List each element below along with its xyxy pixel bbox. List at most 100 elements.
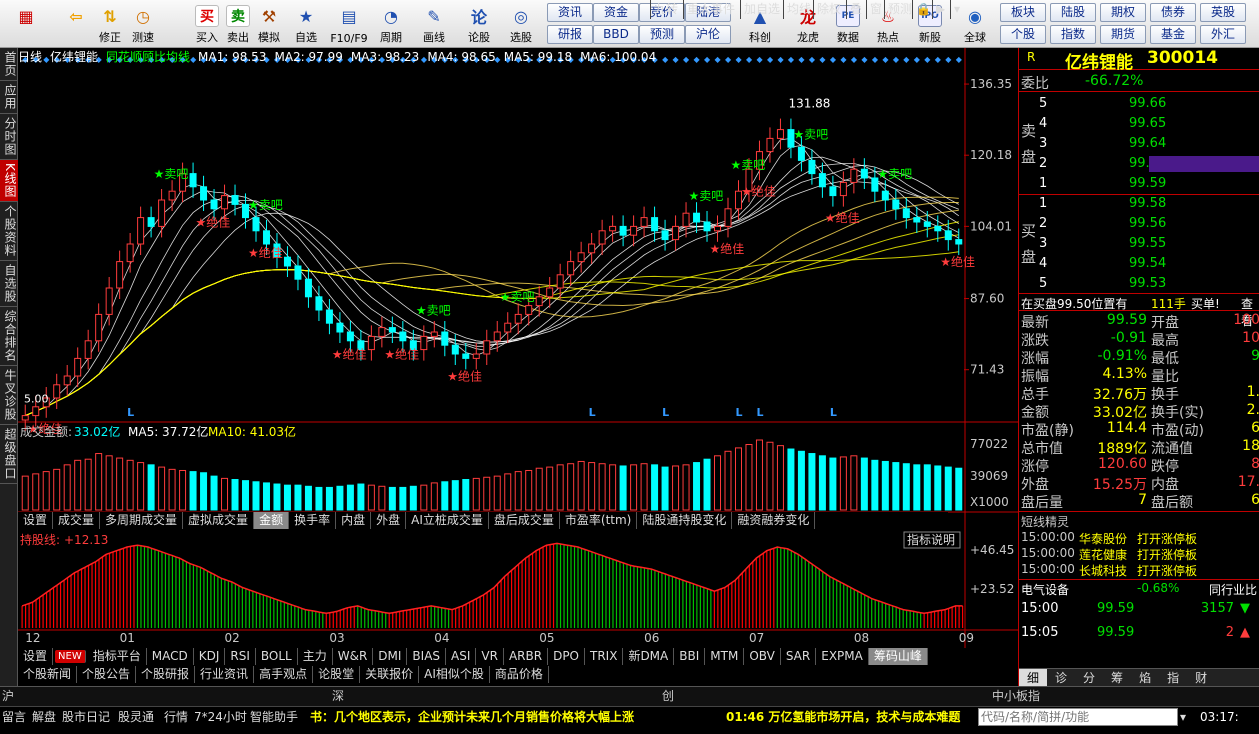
funcbar2-tab-11[interactable]: ASI bbox=[446, 648, 477, 665]
short-line-item[interactable]: 15:00:00 莲花健康 打开涨停板 bbox=[1019, 546, 1259, 562]
left-tab-1[interactable]: 应用 bbox=[0, 81, 18, 114]
funcbar2-tab-19[interactable]: OBV bbox=[744, 648, 781, 665]
funcbar1-tab-8[interactable]: AI立桩成交量 bbox=[406, 512, 489, 529]
lock-icon[interactable]: 🔒 bbox=[912, 0, 934, 19]
funcbar2-tab-17[interactable]: BBI bbox=[674, 648, 706, 665]
kline-button-3[interactable]: 均线 bbox=[783, 0, 814, 19]
back-arrow-button[interactable]: ⇦ bbox=[54, 2, 98, 46]
funcbar2-tab-21[interactable]: EXPMA bbox=[816, 648, 869, 665]
bottom-item-6[interactable]: 智能助手 bbox=[250, 707, 298, 727]
toolbar-f10-button[interactable]: ▤ F10/F9 bbox=[330, 2, 367, 46]
left-tab-4[interactable]: 个股资料 bbox=[0, 202, 18, 261]
sector-row[interactable]: 电气设备 -0.68% 同行业比 bbox=[1019, 579, 1259, 597]
kline-button-5[interactable]: 叠 bbox=[846, 0, 865, 19]
buy-order-row[interactable]: 2 99.56 bbox=[1039, 214, 1259, 234]
buy-order-row[interactable]: 3 99.55 bbox=[1039, 234, 1259, 254]
funcbar2-tab-1[interactable]: NEW bbox=[55, 650, 86, 663]
sell-order-row[interactable]: 1 99.59 bbox=[1039, 174, 1259, 194]
bottom-item-2[interactable]: 股市日记 bbox=[62, 707, 110, 727]
quick-button-1-0[interactable]: 研报 bbox=[547, 25, 593, 44]
buy-order-row[interactable]: 4 99.54 bbox=[1039, 254, 1259, 274]
quote-panel-tab-4[interactable]: 焰 bbox=[1131, 669, 1159, 686]
market-button-1-4[interactable]: 外汇 bbox=[1200, 25, 1246, 44]
funcbar2-tab-18[interactable]: MTM bbox=[705, 648, 745, 665]
funcbar2-tab-14[interactable]: DPO bbox=[548, 648, 585, 665]
market-button-1-1[interactable]: 指数 bbox=[1050, 25, 1096, 44]
search-input[interactable] bbox=[978, 708, 1178, 726]
funcbar1-tab-11[interactable]: 陆股通持股变化 bbox=[637, 512, 733, 529]
funcbar2-tab-0[interactable]: 设置 bbox=[18, 648, 54, 665]
funcbar2-tab-13[interactable]: ARBR bbox=[504, 648, 549, 665]
funcbar1-tab-1[interactable]: 成交量 bbox=[53, 512, 101, 529]
bottom-item-0[interactable]: 留言 bbox=[2, 707, 26, 727]
funcbar2-tab-2[interactable]: 指标平台 bbox=[88, 648, 147, 665]
buy-order-row[interactable]: 1 99.58 bbox=[1039, 194, 1259, 214]
sector-compare-link[interactable]: 同行业比 bbox=[1209, 581, 1257, 598]
quick-button-1-1[interactable]: BBD bbox=[593, 25, 639, 44]
sell-order-row[interactable]: 4 99.65 bbox=[1039, 114, 1259, 134]
toolbar-search-stock-button[interactable]: ◎ 选股 bbox=[505, 2, 537, 46]
bottom-item-4[interactable]: 行情 bbox=[164, 707, 188, 727]
left-tab-6[interactable]: 综合排名 bbox=[0, 307, 18, 366]
market-button-0-3[interactable]: 债券 bbox=[1150, 3, 1196, 22]
toolbar-period-button[interactable]: ◔ 周期 bbox=[375, 2, 407, 46]
sell-order-row[interactable]: 5 99.66 bbox=[1039, 94, 1259, 114]
kline-button-1[interactable]: 重大事件 bbox=[683, 0, 738, 19]
funcbar2-tab-5[interactable]: RSI bbox=[225, 648, 256, 665]
funcbar1-tab-0[interactable]: 设置 bbox=[18, 512, 54, 529]
next-icon[interactable]: ▶ bbox=[932, 0, 948, 19]
news-ticker-1[interactable]: 书：几个地区表示，企业预计未来几个月销售价格将大幅上涨 bbox=[310, 707, 634, 727]
funcbar2-tab-4[interactable]: KDJ bbox=[194, 648, 226, 665]
kline-chart-svg[interactable]: 136.35 120.18 104.01 87.60 71.43 131.88 5.00 ★卖… bbox=[18, 48, 1018, 648]
kline-button-0[interactable]: 九转 bbox=[650, 0, 681, 19]
indicator-name-label[interactable]: 同花顺顾比均线 bbox=[106, 50, 190, 64]
quote-panel-tab-5[interactable]: 指 bbox=[1159, 669, 1187, 686]
funcbar1-tab-4[interactable]: 金额 bbox=[254, 512, 290, 529]
short-line-item[interactable]: 15:00:00 长城科技 打开涨停板 bbox=[1019, 562, 1259, 578]
search-dropdown-icon[interactable]: ▾ bbox=[1180, 707, 1186, 727]
left-tab-7[interactable]: 牛叉诊股 bbox=[0, 366, 18, 425]
funcbar3-tab-4[interactable]: 高手观点 bbox=[254, 666, 314, 683]
funcbar3-tab-5[interactable]: 论股堂 bbox=[313, 666, 361, 683]
market-button-1-0[interactable]: 个股 bbox=[1000, 25, 1046, 44]
market-button-0-0[interactable]: 板块 bbox=[1000, 3, 1046, 22]
kline-button-7[interactable]: 预测 bbox=[884, 0, 915, 19]
dropdown-icon[interactable]: ▾ bbox=[950, 0, 963, 19]
funcbar1-tab-5[interactable]: 换手率 bbox=[289, 512, 337, 529]
funcbar2-tab-8[interactable]: W&R bbox=[333, 648, 374, 665]
toolbar-buy-button[interactable]: 买买入 bbox=[191, 2, 223, 46]
funcbar3-tab-0[interactable]: 个股新闻 bbox=[18, 666, 78, 683]
funcbar3-tab-2[interactable]: 个股研报 bbox=[136, 666, 196, 683]
sell-order-row[interactable]: 3 99.64 bbox=[1039, 134, 1259, 154]
toolbar-discuss-button[interactable]: 论论股 bbox=[463, 2, 495, 46]
funcbar1-tab-7[interactable]: 外盘 bbox=[371, 512, 407, 529]
left-tab-8[interactable]: 超级盘口 bbox=[0, 425, 18, 484]
sell-order-row[interactable]: 2 99.60 bbox=[1039, 154, 1259, 174]
sz-index-label[interactable]: 深 bbox=[332, 687, 344, 706]
funcbar2-tab-16[interactable]: 新DMA bbox=[623, 648, 675, 665]
toolbar-star-folder-button[interactable]: ★ 自选 bbox=[290, 2, 322, 46]
funcbar3-tab-8[interactable]: 商品价格 bbox=[490, 666, 549, 683]
funcbar2-tab-20[interactable]: SAR bbox=[781, 648, 817, 665]
funcbar2-tab-6[interactable]: BOLL bbox=[256, 648, 298, 665]
left-tab-0[interactable]: 首页 bbox=[0, 48, 18, 81]
quote-panel-tab-6[interactable]: 财 bbox=[1187, 669, 1215, 686]
kline-button-2[interactable]: 加自选 bbox=[740, 0, 783, 19]
left-tab-5[interactable]: 自选股 bbox=[0, 261, 18, 307]
funcbar1-tab-12[interactable]: 融资融券变化 bbox=[732, 512, 816, 529]
toolbar-clock-button[interactable]: ◷ 测速 bbox=[127, 2, 159, 46]
quote-panel-tab-2[interactable]: 分 bbox=[1075, 669, 1103, 686]
funcbar2-tab-9[interactable]: DMI bbox=[373, 648, 408, 665]
market-button-0-4[interactable]: 英股 bbox=[1200, 3, 1246, 22]
market-button-1-2[interactable]: 期货 bbox=[1100, 25, 1146, 44]
quote-panel-tab-3[interactable]: 筹 bbox=[1103, 669, 1131, 686]
left-tab-3[interactable]: K线图 bbox=[0, 160, 18, 202]
bottom-item-1[interactable]: 解盘 bbox=[32, 707, 56, 727]
market-button-1-3[interactable]: 基金 bbox=[1150, 25, 1196, 44]
market-button-0-1[interactable]: 陆股 bbox=[1050, 3, 1096, 22]
quote-panel-tab-1[interactable]: 诊 bbox=[1047, 669, 1075, 686]
funcbar3-tab-6[interactable]: 关联报价 bbox=[360, 666, 420, 683]
funcbar3-tab-1[interactable]: 个股公告 bbox=[77, 666, 137, 683]
news-ticker-2[interactable]: 01:46 万亿氢能市场开启，技术与成本难题 bbox=[726, 707, 974, 727]
funcbar2-tab-7[interactable]: 主力 bbox=[298, 648, 333, 665]
